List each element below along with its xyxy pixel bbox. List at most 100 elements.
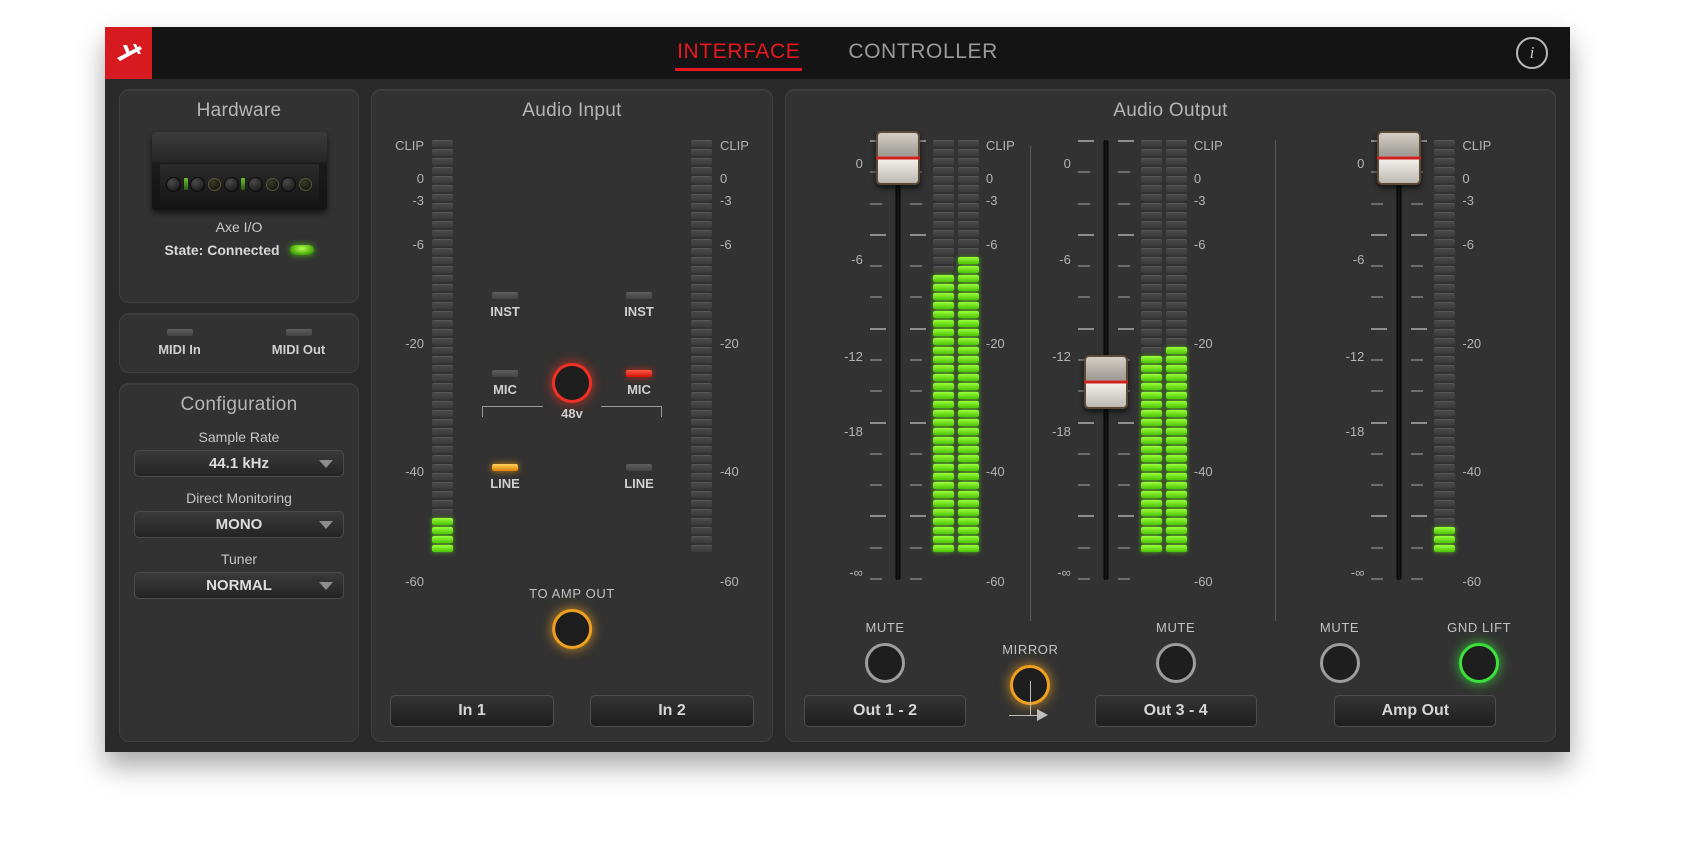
- scale-tick-label: 0: [1462, 171, 1470, 186]
- meter-segment: [1434, 275, 1456, 282]
- device-led-column: [183, 178, 188, 190]
- device-knob: [223, 176, 239, 192]
- scale-tick-label: -20: [985, 336, 1005, 351]
- meter-segment: [1165, 212, 1187, 219]
- meter-segment: [1140, 221, 1162, 228]
- meter-segment: [932, 383, 954, 390]
- input-2-inst[interactable]: INST: [616, 292, 662, 319]
- meter-segment: [932, 392, 954, 399]
- meter-segment: [691, 284, 712, 291]
- meter-segment: [432, 347, 453, 354]
- meter-segment: [1140, 230, 1162, 237]
- input-1-line[interactable]: LINE: [482, 464, 528, 491]
- meter-segment: [1140, 311, 1162, 318]
- fader-tick: [1077, 577, 1090, 580]
- direct-monitoring-select[interactable]: MONO: [134, 511, 344, 538]
- input-1-inst[interactable]: INST: [482, 292, 528, 319]
- meter-segment: [1165, 239, 1187, 246]
- scale-tick-label: -3: [412, 193, 424, 208]
- meter-segment: [1140, 257, 1162, 264]
- fader-tick: [1371, 358, 1384, 361]
- fader-handle[interactable]: [875, 130, 920, 185]
- input-1-inst-led-icon: [492, 292, 518, 299]
- meter-segment: [691, 419, 712, 426]
- meter-segment: [1140, 419, 1162, 426]
- meter-segment: [1165, 320, 1187, 327]
- meter-segment: [432, 212, 453, 219]
- out-3-4-button[interactable]: Out 3 - 4: [1094, 695, 1257, 727]
- meter-segment: [1165, 203, 1187, 210]
- meter-segment: [1434, 185, 1456, 192]
- meter-segment: [432, 203, 453, 210]
- amp-out-button[interactable]: Amp Out: [1334, 695, 1497, 727]
- meter-segment: [691, 248, 712, 255]
- out-monitor-group: 0-6-12-18-∞ CLIP0-3-6-20-40-60: [786, 130, 1275, 741]
- scale-tick-label: 0: [416, 171, 424, 186]
- fader-tick: [869, 265, 882, 268]
- meter-segment: [1140, 167, 1162, 174]
- meter-segment: [957, 473, 979, 480]
- meter-segment: [932, 473, 954, 480]
- fader-tick: [909, 296, 922, 299]
- scale-tick-label: -60: [1193, 573, 1213, 589]
- meter-segment: [957, 185, 979, 192]
- meter-segment: [432, 392, 453, 399]
- fader-handle[interactable]: [1377, 130, 1422, 185]
- amp-out-fader[interactable]: [1371, 130, 1428, 580]
- meter-segment: [1165, 257, 1187, 264]
- meter-segment: [957, 257, 979, 264]
- direct-monitoring-label: Direct Monitoring: [186, 490, 292, 506]
- tab-controller[interactable]: CONTROLLER: [846, 36, 1000, 71]
- sample-rate-select[interactable]: 44.1 kHz: [134, 450, 344, 477]
- out-1-2-button[interactable]: Out 1 - 2: [804, 695, 967, 727]
- meter-segment: [932, 221, 954, 228]
- tuner-select[interactable]: NORMAL: [134, 572, 344, 599]
- info-icon[interactable]: i: [1516, 37, 1548, 69]
- gnd-lift-label: GND LIFT: [1447, 620, 1512, 635]
- in-1-button[interactable]: In 1: [390, 695, 554, 727]
- tuner-value: NORMAL: [206, 577, 272, 594]
- input-2-line[interactable]: LINE: [616, 464, 662, 491]
- input-2-meter: CLIP 0 -3 -6 -20 -40 -60: [691, 139, 754, 588]
- input-2-mic[interactable]: MIC: [616, 369, 662, 397]
- tab-interface[interactable]: INTERFACE: [675, 36, 803, 71]
- out-3-4-fader[interactable]: [1077, 140, 1134, 580]
- meter-segment: [932, 275, 954, 282]
- to-amp-out-button[interactable]: [551, 609, 592, 649]
- gnd-lift-button[interactable]: [1459, 643, 1500, 683]
- fader-tick: [869, 202, 882, 205]
- meter-segment: [957, 239, 979, 246]
- input-2-inst-led-icon: [626, 292, 652, 299]
- fader-scale-label: -12: [1052, 349, 1071, 365]
- out-1-2-fader[interactable]: [869, 130, 926, 580]
- meter-segment: [432, 194, 453, 201]
- meter-segment: [432, 491, 453, 498]
- fader-tick: [909, 421, 926, 424]
- meter-segment: [957, 320, 979, 327]
- amp-out-mute-button[interactable]: [1319, 643, 1360, 683]
- device-image: [151, 132, 327, 210]
- meter-segment: [432, 356, 453, 363]
- input-1-mic[interactable]: MIC: [482, 369, 528, 397]
- meter-segment: [932, 176, 954, 183]
- meter-segment: [432, 338, 453, 345]
- out-3-4-mute-button[interactable]: [1155, 643, 1196, 683]
- phantom-power-button[interactable]: [552, 363, 592, 403]
- meter-segment: [1165, 356, 1187, 363]
- meter-segment: [932, 347, 954, 354]
- fader-handle[interactable]: [1083, 355, 1128, 409]
- out-1-2-mute-button[interactable]: [865, 643, 906, 683]
- scale-tick-label: -20: [1193, 336, 1213, 351]
- meter-segment: [1434, 266, 1456, 273]
- meter-segment: [691, 527, 712, 534]
- input-1-scale: CLIP 0 -3 -6 -20 -40 -60: [390, 139, 424, 588]
- midi-in-led-icon: [166, 329, 193, 336]
- in-2-button[interactable]: In 2: [590, 695, 754, 727]
- fader-ticks-right: [1411, 140, 1428, 580]
- meter-segment: [957, 167, 979, 174]
- meter-segment: [957, 266, 979, 273]
- meter-segment: [1434, 518, 1456, 525]
- meter-segment: [1434, 401, 1456, 408]
- meter-segment: [691, 374, 712, 381]
- fader-tick: [1411, 421, 1428, 424]
